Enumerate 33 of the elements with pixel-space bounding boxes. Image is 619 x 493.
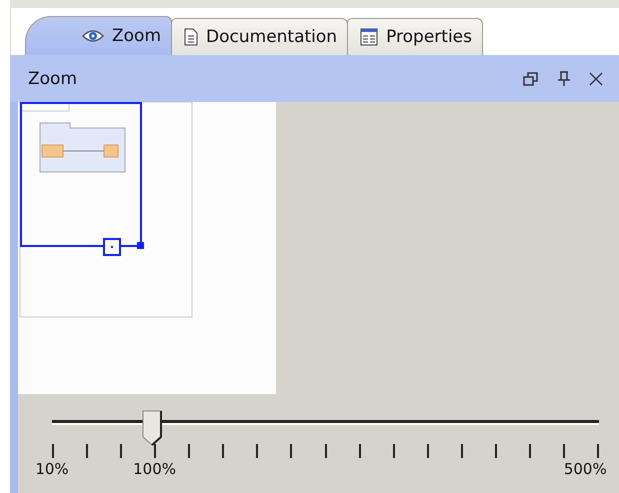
tick-mark (120, 444, 122, 458)
tick-mark (86, 444, 88, 458)
scale-label: 100% (133, 460, 176, 478)
slider-thumb[interactable] (142, 410, 162, 446)
scale-label: 10% (35, 460, 69, 478)
tick-mark (562, 444, 565, 458)
tick-mark (154, 444, 156, 458)
restore-button[interactable] (523, 70, 539, 86)
tick-mark (392, 444, 395, 458)
tick-mark (324, 444, 326, 458)
close-button[interactable] (589, 72, 603, 86)
tick-mark (494, 444, 497, 458)
scale-label: 500% (564, 460, 607, 478)
tick-mark (52, 444, 54, 458)
eye-icon (82, 28, 104, 44)
table-icon (360, 28, 378, 46)
tick-mark (256, 444, 258, 458)
zoom-slider[interactable] (52, 410, 599, 446)
tick-mark (290, 444, 292, 458)
pin-button[interactable] (557, 70, 571, 86)
viewport-frame[interactable] (20, 102, 144, 256)
tab[interactable]: Zoom (25, 16, 172, 55)
document-icon (184, 28, 198, 46)
tick-mark (358, 444, 361, 458)
tick-mark (460, 444, 463, 458)
tab[interactable]: Properties (347, 18, 483, 55)
tab[interactable]: Documentation (171, 18, 348, 55)
tick-mark (528, 444, 531, 458)
tick-mark (222, 444, 224, 458)
tick-mark (188, 444, 190, 458)
panel-title: Zoom (28, 68, 78, 88)
tick-mark (426, 444, 429, 458)
tick-mark (597, 444, 599, 458)
